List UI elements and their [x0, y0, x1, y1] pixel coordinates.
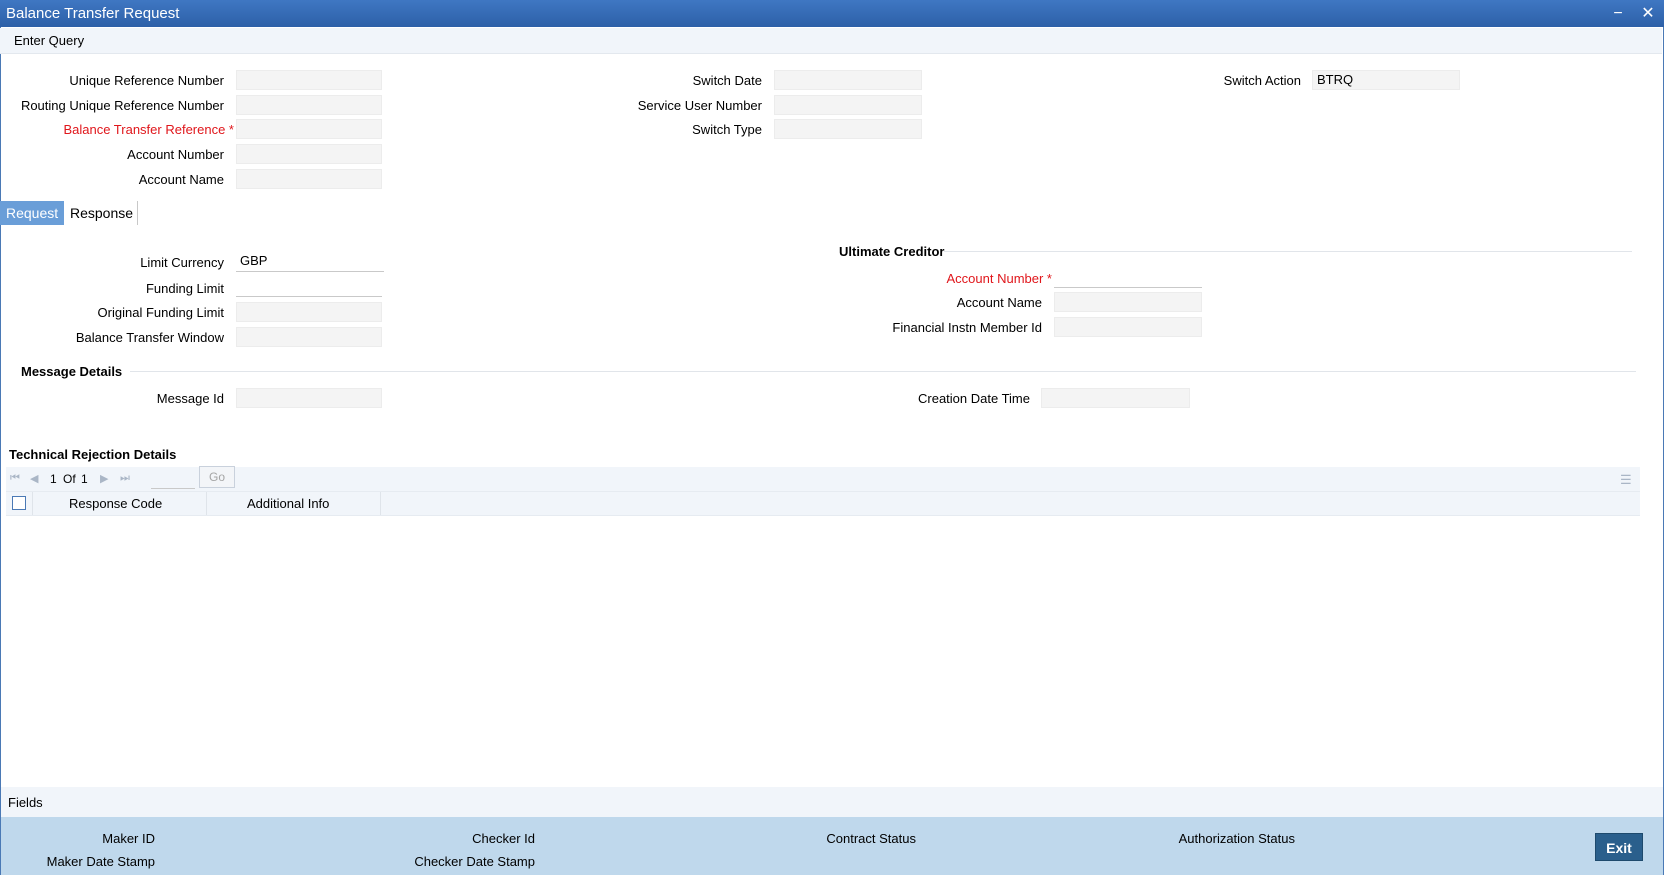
original-funding-limit-label: Original Funding Limit [97, 305, 224, 320]
unique-reference-number-label: Unique Reference Number [69, 73, 224, 88]
column-settings-icon[interactable]: ☰ [1620, 472, 1632, 488]
fields-bar: Fields [1, 787, 1663, 817]
balance-transfer-window-field[interactable] [236, 327, 382, 347]
limit-currency-field[interactable]: GBP [236, 252, 384, 272]
column-separator [206, 492, 207, 515]
funding-limit-label: Funding Limit [145, 281, 224, 296]
account-name-field[interactable] [236, 169, 382, 189]
audit-panel: Maker ID Maker Date Stamp Checker Id Che… [1, 817, 1663, 875]
total-pages: 1 [81, 472, 88, 486]
window-title: Balance Transfer Request [6, 5, 180, 22]
creditor-account-name-label: Account Name [956, 295, 1042, 310]
message-id-label: Message Id [156, 391, 224, 406]
fields-button[interactable]: Fields [8, 795, 43, 810]
column-separator [380, 492, 381, 515]
tab-request[interactable]: Request [0, 201, 65, 225]
checker-id-label: Checker Id [472, 831, 535, 846]
grid-header: Response Code Additional Info [6, 491, 1640, 516]
funding-limit-field[interactable] [236, 277, 382, 297]
switch-date-field[interactable] [774, 70, 922, 90]
balance-transfer-reference-field[interactable] [236, 119, 382, 139]
last-page-icon[interactable]: ⏭ [120, 472, 130, 485]
balance-transfer-window-label: Balance Transfer Window [75, 330, 224, 345]
creditor-account-number-field[interactable] [1054, 268, 1202, 288]
switch-action-field[interactable]: BTRQ [1312, 70, 1460, 90]
service-user-number-field[interactable] [774, 95, 922, 115]
page-number-input[interactable] [151, 468, 195, 489]
ultimate-creditor-title: Ultimate Creditor [839, 244, 945, 259]
message-details-divider [130, 371, 1636, 372]
previous-page-icon[interactable]: ◀ [30, 472, 38, 485]
switch-date-label: Switch Date [692, 73, 762, 88]
authorization-status-label: Authorization Status [1178, 831, 1295, 846]
balance-transfer-reference-label: Balance Transfer Reference * [63, 122, 234, 137]
creation-date-time-field[interactable] [1041, 388, 1190, 408]
current-page: 1 [50, 472, 57, 486]
go-button[interactable]: Go [199, 466, 235, 488]
switch-type-field[interactable] [774, 119, 922, 139]
close-icon[interactable]: ✕ [1638, 4, 1658, 24]
ultimate-creditor-divider [944, 251, 1632, 252]
creation-date-time-label: Creation Date Time [918, 391, 1030, 406]
creditor-account-name-field[interactable] [1054, 292, 1202, 312]
technical-rejection-title: Technical Rejection Details [9, 447, 177, 462]
toolbar: Enter Query [0, 28, 1662, 54]
first-page-icon[interactable]: ⏮ [10, 472, 20, 485]
window-frame-left [0, 27, 1, 875]
window-title-bar: Balance Transfer Request − ✕ [0, 0, 1664, 27]
tab-separator [137, 201, 138, 225]
message-details-title: Message Details [21, 364, 123, 379]
routing-unique-reference-number-field[interactable] [236, 95, 382, 115]
grid-pagination-bar: ⏮ ◀ 1 Of 1 ▶ ⏭ ☰ [6, 467, 1640, 491]
column-separator [32, 492, 33, 515]
account-number-field[interactable] [236, 144, 382, 164]
routing-unique-reference-number-label: Routing Unique Reference Number [20, 98, 224, 113]
maker-id-label: Maker ID [102, 831, 155, 846]
unique-reference-number-field[interactable] [236, 70, 382, 90]
minimize-icon[interactable]: − [1608, 4, 1628, 24]
contract-status-label: Contract Status [826, 831, 916, 846]
column-header-response-code[interactable]: Response Code [69, 496, 162, 511]
limit-currency-label: Limit Currency [140, 255, 224, 270]
account-name-label: Account Name [138, 172, 224, 187]
exit-button[interactable]: Exit [1595, 833, 1643, 861]
financial-instn-member-id-label: Financial Instn Member Id [892, 320, 1042, 335]
message-id-field[interactable] [236, 388, 382, 408]
select-all-checkbox[interactable] [12, 496, 26, 510]
enter-query-button[interactable]: Enter Query [14, 33, 84, 48]
account-number-label: Account Number [127, 147, 224, 162]
service-user-number-label: Service User Number [637, 98, 762, 113]
tab-response[interactable]: Response [64, 201, 139, 225]
checker-date-stamp-label: Checker Date Stamp [414, 854, 535, 869]
maker-date-stamp-label: Maker Date Stamp [46, 854, 155, 869]
switch-type-label: Switch Type [692, 122, 762, 137]
next-page-icon[interactable]: ▶ [100, 472, 108, 485]
switch-action-label: Switch Action [1223, 73, 1301, 88]
column-header-additional-info[interactable]: Additional Info [247, 496, 329, 511]
financial-instn-member-id-field[interactable] [1054, 317, 1202, 337]
page-of-label: Of [63, 472, 76, 486]
creditor-account-number-label: Account Number * [946, 271, 1053, 286]
original-funding-limit-field[interactable] [236, 302, 382, 322]
